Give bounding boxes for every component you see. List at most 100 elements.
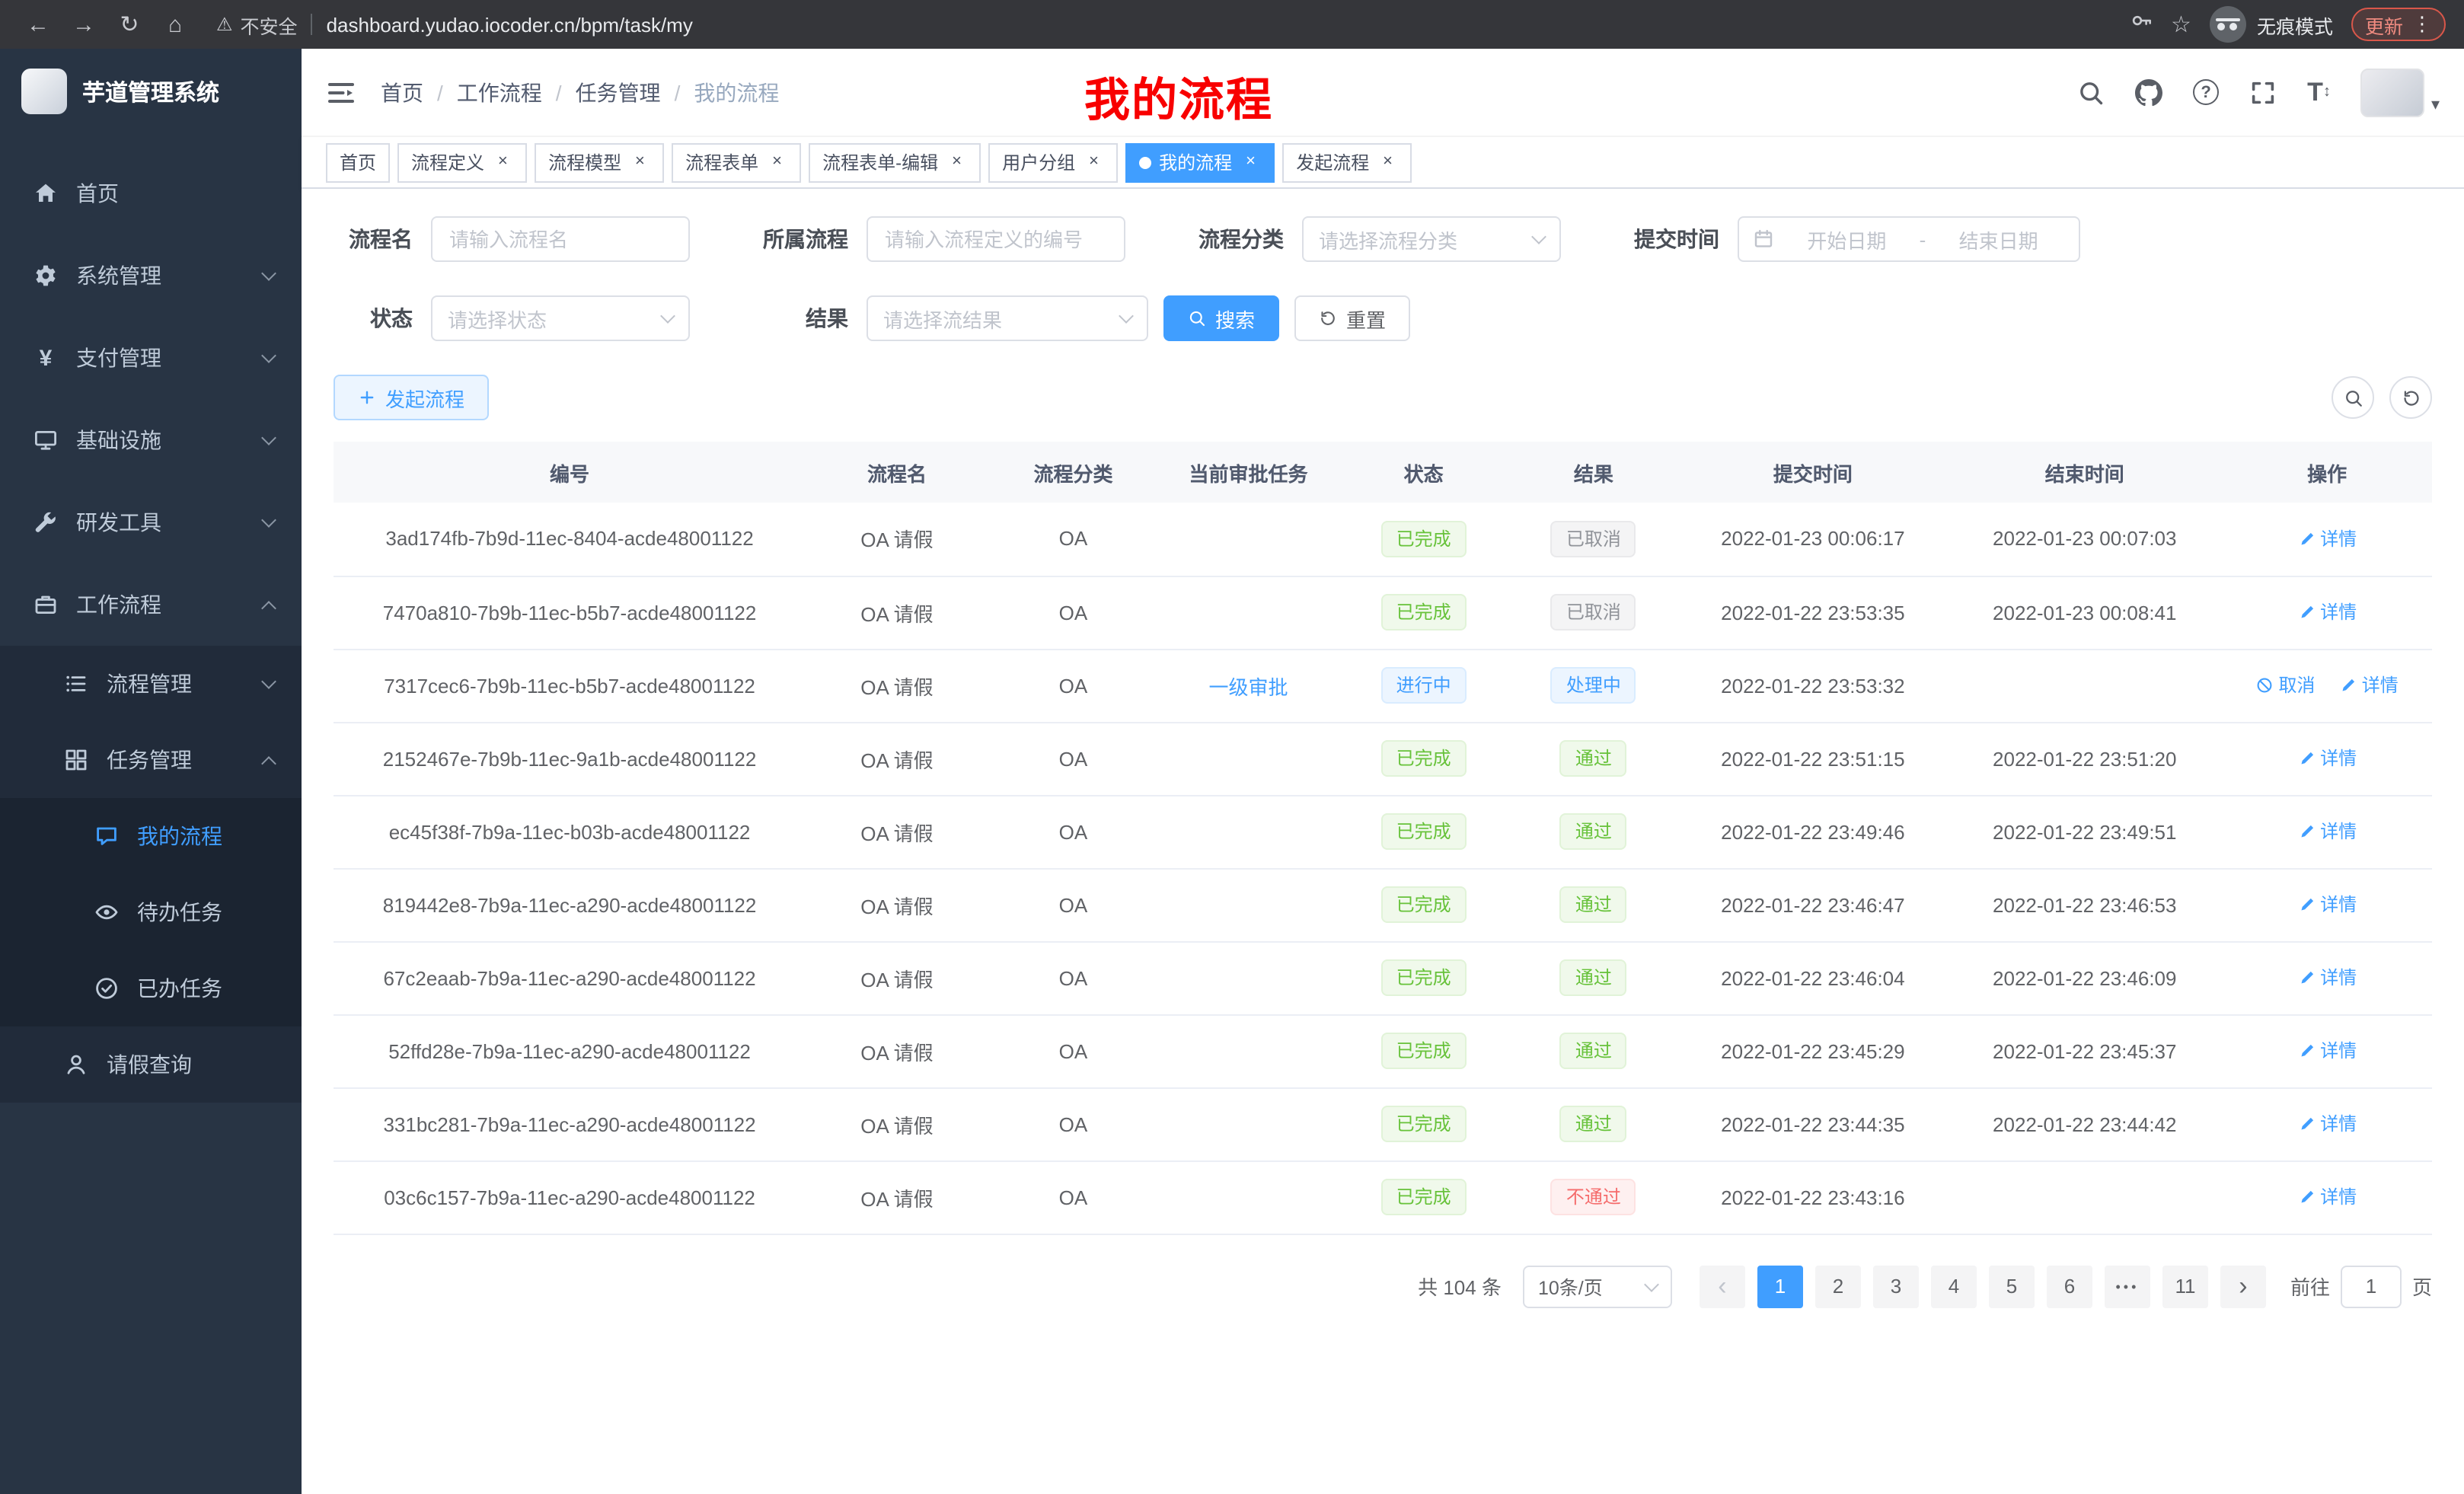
browser-back-icon[interactable] xyxy=(18,5,58,44)
page-button[interactable]: 2 xyxy=(1815,1265,1861,1307)
category-select[interactable]: 请选择流程分类 xyxy=(1302,216,1561,262)
page-size-select[interactable]: 10条/页 xyxy=(1523,1265,1672,1307)
page-button[interactable]: ••• xyxy=(2105,1265,2150,1307)
status-select[interactable]: 请选择状态 xyxy=(431,295,690,341)
sidebar-item-process-mgmt[interactable]: 流程管理 xyxy=(0,646,302,722)
address-bar[interactable]: 不安全 dashboard.yudao.iocoder.cn/bpm/task/… xyxy=(216,10,2124,39)
help-icon[interactable] xyxy=(2193,79,2219,105)
detail-link[interactable]: 详情 xyxy=(2297,1184,2357,1210)
sidebar-item-my-process[interactable]: 我的流程 xyxy=(0,798,302,874)
refresh-table-button[interactable] xyxy=(2389,376,2432,419)
process-definition-input[interactable] xyxy=(867,216,1125,262)
sidebar-item-leave-query[interactable]: 请假查询 xyxy=(0,1026,302,1103)
tab-close-icon[interactable] xyxy=(946,152,967,173)
current-task-link[interactable]: 一级审批 xyxy=(1209,675,1288,698)
tab-active-dot xyxy=(1139,156,1151,168)
goto-page-input[interactable] xyxy=(2341,1265,2402,1307)
bookmark-star-icon[interactable] xyxy=(2171,10,2191,39)
browser-home-icon[interactable] xyxy=(155,5,195,44)
page-button[interactable]: 6 xyxy=(2047,1265,2092,1307)
fullscreen-icon[interactable] xyxy=(2249,78,2277,106)
github-icon[interactable] xyxy=(2135,78,2162,106)
cell-name: OA 请假 xyxy=(806,1014,988,1087)
font-size-icon[interactable] xyxy=(2307,77,2331,107)
breadcrumb-current: 我的流程 xyxy=(694,77,779,107)
sidebar-toggle-icon[interactable] xyxy=(326,77,356,107)
password-key-icon[interactable] xyxy=(2130,9,2153,40)
tab-close-icon[interactable] xyxy=(629,152,650,173)
tab-close-icon[interactable] xyxy=(1083,152,1104,173)
cell-category: OA xyxy=(988,1160,1158,1234)
detail-link[interactable]: 详情 xyxy=(2297,1111,2357,1137)
sidebar-menu: 首页 系统管理 ¥ 支付管理 基础设施 研发工具 xyxy=(0,152,302,1103)
tab[interactable]: 首页 xyxy=(326,142,390,182)
next-page-button[interactable] xyxy=(2220,1265,2266,1307)
edit-icon xyxy=(2339,676,2357,694)
filter-row-2: 状态 请选择状态 结果 请选择流结果 xyxy=(334,295,2432,341)
sidebar-item-infrastructure[interactable]: 基础设施 xyxy=(0,399,302,481)
sidebar-item-task-mgmt[interactable]: 任务管理 xyxy=(0,722,302,798)
profile-chip[interactable]: 无痕模式 xyxy=(2210,6,2333,43)
tab[interactable]: 用户分组 xyxy=(988,142,1118,182)
filter-category: 流程分类 请选择流程分类 xyxy=(1168,216,1561,262)
toggle-search-button[interactable] xyxy=(2332,376,2374,419)
user-avatar[interactable] xyxy=(2361,68,2440,117)
header-search-icon[interactable] xyxy=(2077,78,2105,106)
sidebar-item-done-tasks[interactable]: 已办任务 xyxy=(0,950,302,1026)
tab[interactable]: 我的流程 xyxy=(1125,142,1275,182)
detail-link[interactable]: 详情 xyxy=(2297,892,2357,918)
page-button[interactable]: 4 xyxy=(1931,1265,1977,1307)
calendar-icon xyxy=(1753,228,1774,250)
status-badge: 已完成 xyxy=(1381,594,1467,630)
prev-page-button[interactable] xyxy=(1700,1265,1745,1307)
tab-close-icon[interactable] xyxy=(1377,152,1398,173)
tab-close-icon[interactable] xyxy=(766,152,787,173)
annotation-title: 我的流程 xyxy=(1084,62,1273,129)
sidebar-item-payment-mgmt[interactable]: ¥ 支付管理 xyxy=(0,317,302,399)
filter-process-name: 流程名 xyxy=(334,216,690,262)
page-button[interactable]: 5 xyxy=(1989,1265,2035,1307)
sidebar-item-home[interactable]: 首页 xyxy=(0,152,302,235)
tab[interactable]: 流程模型 xyxy=(535,142,664,182)
browser-menu-icon[interactable] xyxy=(2412,12,2432,37)
detail-link[interactable]: 详情 xyxy=(2297,1038,2357,1064)
page-button[interactable]: 1 xyxy=(1757,1265,1803,1307)
create-process-button[interactable]: 发起流程 xyxy=(334,375,489,420)
tab[interactable]: 流程表单-编辑 xyxy=(809,142,981,182)
process-name-input[interactable] xyxy=(431,216,690,262)
sidebar-item-todo-tasks[interactable]: 待办任务 xyxy=(0,874,302,950)
detail-link[interactable]: 详情 xyxy=(2297,745,2357,771)
sidebar-item-dev-tools[interactable]: 研发工具 xyxy=(0,481,302,563)
browser-forward-icon[interactable] xyxy=(64,5,104,44)
tab[interactable]: 流程定义 xyxy=(397,142,527,182)
reset-button[interactable]: 重置 xyxy=(1294,295,1410,341)
cell-submit-time: 2022-01-22 23:51:15 xyxy=(1679,722,1948,795)
update-button[interactable]: 更新 xyxy=(2351,8,2446,41)
tab-close-icon[interactable] xyxy=(492,152,513,173)
start-date-placeholder: 开始日期 xyxy=(1780,225,1913,254)
breadcrumb-home[interactable]: 首页 xyxy=(381,77,423,107)
tab[interactable]: 流程表单 xyxy=(672,142,801,182)
submit-time-range-picker[interactable]: 开始日期 - 结束日期 xyxy=(1738,216,2080,262)
detail-link[interactable]: 详情 xyxy=(2297,819,2357,844)
refresh-icon xyxy=(2401,388,2421,407)
sidebar-item-workflow[interactable]: 工作流程 xyxy=(0,563,302,646)
search-button[interactable]: 搜索 xyxy=(1163,295,1279,341)
detail-link[interactable]: 详情 xyxy=(2297,599,2357,625)
page-button[interactable]: 11 xyxy=(2162,1265,2208,1307)
cancel-link[interactable]: 取消 xyxy=(2255,672,2315,698)
security-warning[interactable]: 不安全 xyxy=(216,10,298,39)
filter-result: 结果 请选择流结果 xyxy=(732,295,1148,341)
detail-link[interactable]: 详情 xyxy=(2297,965,2357,991)
sidebar-item-system-mgmt[interactable]: 系统管理 xyxy=(0,235,302,317)
breadcrumb-workflow[interactable]: 工作流程 xyxy=(457,77,542,107)
detail-link[interactable]: 详情 xyxy=(2297,525,2357,551)
result-select[interactable]: 请选择流结果 xyxy=(867,295,1148,341)
breadcrumb-task-mgmt[interactable]: 任务管理 xyxy=(576,77,661,107)
detail-link[interactable]: 详情 xyxy=(2339,672,2399,698)
tab[interactable]: 发起流程 xyxy=(1282,142,1412,182)
page-button[interactable]: 3 xyxy=(1873,1265,1919,1307)
app-logo[interactable]: 芋道管理系统 xyxy=(0,49,302,134)
browser-reload-icon[interactable] xyxy=(110,5,149,44)
tab-close-icon[interactable] xyxy=(1240,152,1261,173)
